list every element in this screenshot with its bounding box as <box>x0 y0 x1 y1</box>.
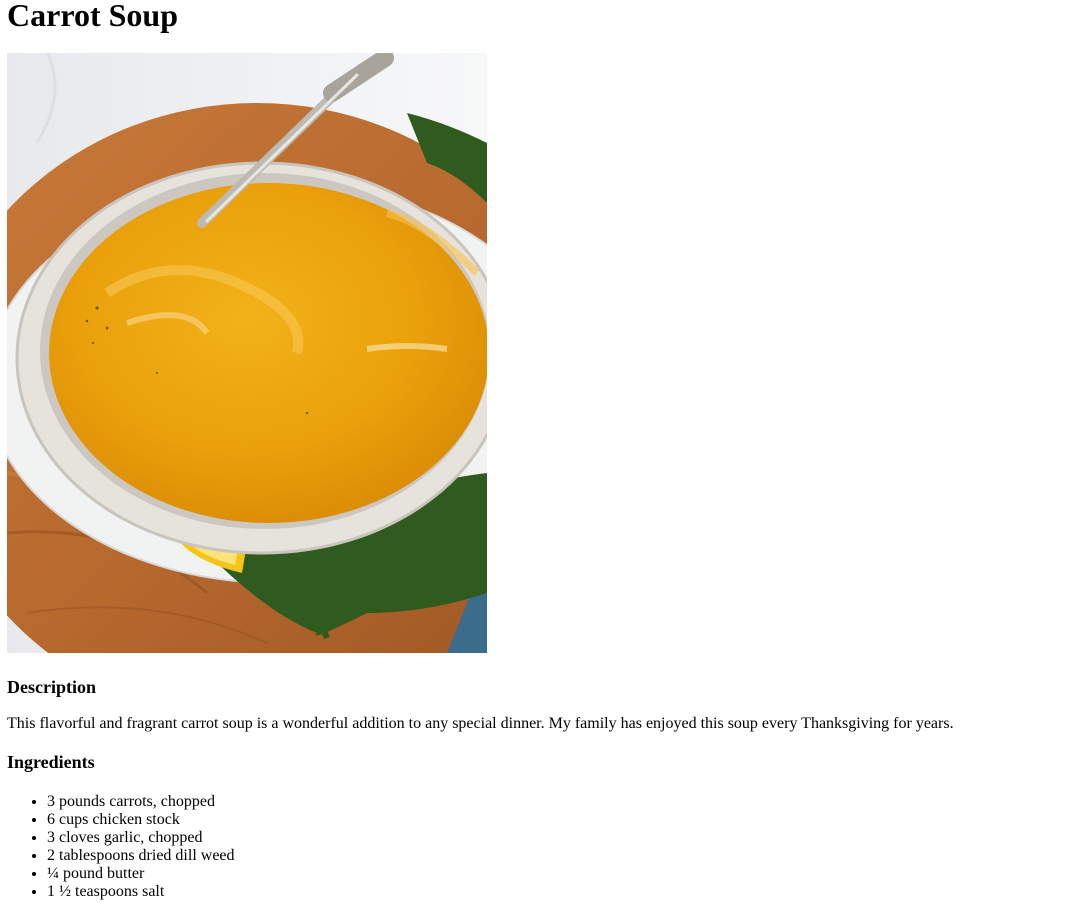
recipe-photo <box>7 53 487 653</box>
ingredients-heading: Ingredients <box>7 752 95 772</box>
ingredient-item: 3 cloves garlic, chopped <box>47 829 1068 847</box>
ingredients-list: 3 pounds carrots, chopped 6 cups chicken… <box>7 793 1068 901</box>
ingredient-item: 6 cups chicken stock <box>47 811 1068 829</box>
description-heading: Description <box>7 677 96 697</box>
soup <box>49 183 487 523</box>
description-text: This flavorful and fragrant carrot soup … <box>7 715 954 732</box>
ingredient-item: 1 ½ teaspoons salt <box>47 883 1068 901</box>
page-title: Carrot Soup <box>7 0 178 33</box>
ingredient-item: ¼ pound butter <box>47 865 1068 883</box>
ingredient-item: 3 pounds carrots, chopped <box>47 793 1068 811</box>
ingredient-item: 2 tablespoons dried dill weed <box>47 847 1068 865</box>
